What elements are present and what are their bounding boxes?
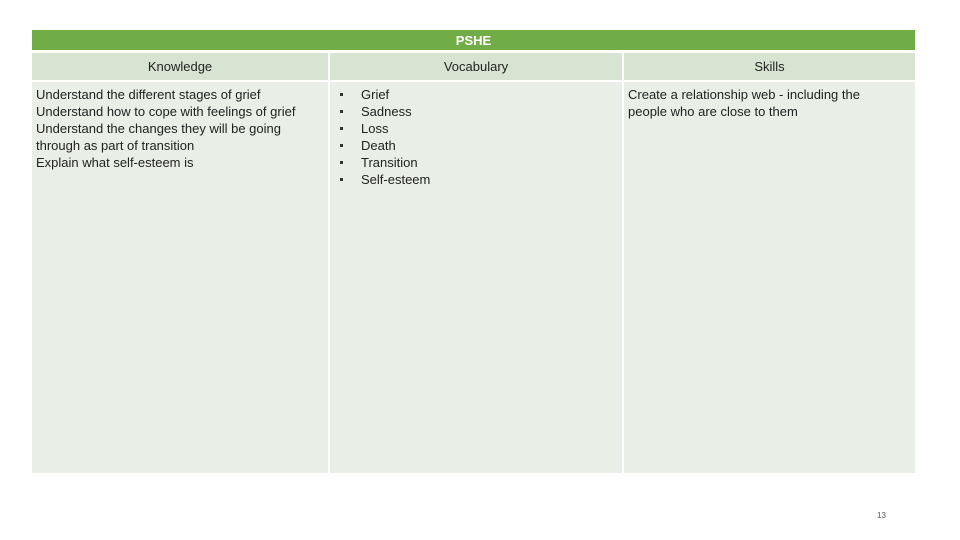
vocabulary-item: Sadness xyxy=(334,103,618,120)
bullet-icon xyxy=(340,144,343,147)
vocabulary-cell: Grief Sadness Loss Death Transition Self… xyxy=(330,82,622,473)
knowledge-line: Understand how to cope with feelings of … xyxy=(36,104,296,119)
header-vocabulary: Vocabulary xyxy=(330,53,622,80)
vocabulary-term: Self-esteem xyxy=(361,172,431,187)
skills-cell: Create a relationship web - including th… xyxy=(624,82,915,473)
body-row: Understand the different stages of grief… xyxy=(32,82,915,473)
vocabulary-term: Loss xyxy=(361,121,389,136)
bullet-icon xyxy=(340,127,343,130)
knowledge-line: Understand the changes they will be goin… xyxy=(36,121,281,136)
knowledge-line: Explain what self-esteem is xyxy=(36,155,194,170)
knowledge-line: Understand the different stages of grief xyxy=(36,87,261,102)
bullet-icon xyxy=(340,110,343,113)
header-knowledge: Knowledge xyxy=(32,53,328,80)
pshe-table: PSHE Knowledge Vocabulary Skills Underst… xyxy=(32,30,915,473)
vocabulary-list: Grief Sadness Loss Death Transition Self… xyxy=(334,86,618,188)
vocabulary-item: Death xyxy=(334,137,618,154)
skills-line: people who are close to them xyxy=(628,104,798,119)
knowledge-line: through as part of transition xyxy=(36,138,195,153)
bullet-icon xyxy=(340,161,343,164)
bullet-icon xyxy=(340,178,343,181)
vocabulary-item: Self-esteem xyxy=(334,171,618,188)
header-row: Knowledge Vocabulary Skills xyxy=(32,53,915,80)
header-skills: Skills xyxy=(624,53,915,80)
page-number: 13 xyxy=(877,511,886,520)
vocabulary-term: Transition xyxy=(361,155,418,170)
vocabulary-item: Loss xyxy=(334,120,618,137)
vocabulary-item: Transition xyxy=(334,154,618,171)
table-title: PSHE xyxy=(32,30,915,50)
bullet-icon xyxy=(340,93,343,96)
vocabulary-term: Grief xyxy=(361,87,390,102)
vocabulary-term: Death xyxy=(361,138,396,153)
vocabulary-term: Sadness xyxy=(361,104,412,119)
vocabulary-item: Grief xyxy=(334,86,618,103)
skills-line: Create a relationship web - including th… xyxy=(628,87,860,102)
knowledge-cell: Understand the different stages of grief… xyxy=(32,82,328,473)
